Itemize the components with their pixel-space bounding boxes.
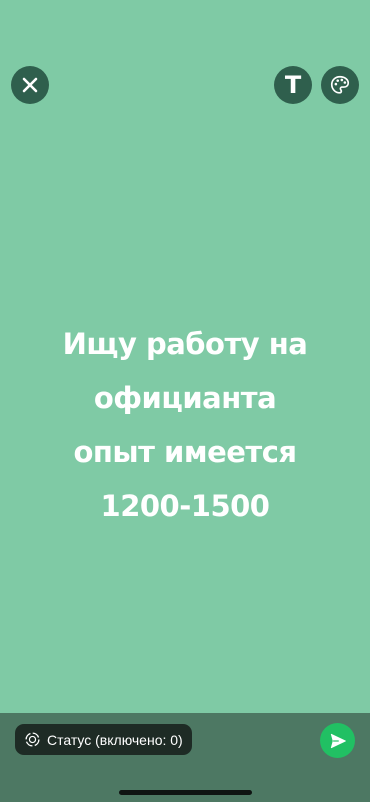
status-audience-label: Статус (включено: 0) [47, 731, 183, 748]
color-palette-button[interactable] [321, 66, 359, 104]
status-text-line: Ищу работу на [62, 327, 308, 361]
status-text-line: опыт имеется [73, 435, 297, 469]
status-audience-button[interactable]: Статус (включено: 0) [15, 724, 192, 755]
status-canvas: T Ищу работу на официанта опыт имеется 1… [0, 0, 370, 713]
status-text[interactable]: Ищу работу на официанта опыт имеется 120… [20, 317, 350, 533]
text-tool-button[interactable]: T [274, 66, 312, 104]
close-icon [22, 77, 38, 93]
send-icon [330, 733, 346, 748]
status-ring-icon [25, 732, 40, 747]
close-button[interactable] [11, 66, 49, 104]
status-text-line: официанта [93, 381, 277, 415]
send-button[interactable] [320, 723, 355, 758]
palette-icon [330, 75, 350, 94]
status-text-line: 1200-1500 [100, 489, 270, 523]
text-tool-label: T [284, 71, 302, 99]
home-indicator [119, 790, 252, 795]
bottom-bar: Статус (включено: 0) [0, 713, 370, 802]
